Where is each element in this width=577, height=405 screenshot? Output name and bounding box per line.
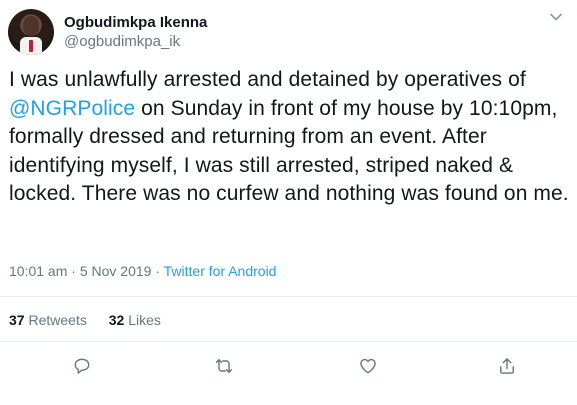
divider <box>0 341 577 342</box>
tweet-text: I was unlawfully arrested and detained b… <box>9 66 569 209</box>
tweet-header: Ogbudimkpa Ikenna @ogbudimkpa_ik <box>8 6 207 58</box>
tweet-time[interactable]: 10:01 am <box>9 263 67 279</box>
heart-icon <box>358 356 378 381</box>
likes-label: Likes <box>128 312 161 328</box>
avatar-face <box>23 16 39 36</box>
mention-link[interactable]: @NGRPolice <box>9 97 135 120</box>
meta-separator: · <box>71 263 76 279</box>
retweets-count: 37 <box>9 312 25 328</box>
tweet-actions <box>0 356 577 384</box>
share-icon <box>497 356 517 381</box>
tweet-stats: 37 Retweets 32 Likes <box>9 311 179 329</box>
avatar-tie <box>29 40 33 52</box>
reply-icon <box>72 356 92 381</box>
chevron-down-icon[interactable] <box>549 10 563 24</box>
author-handle[interactable]: @ogbudimkpa_ik <box>64 32 207 51</box>
tweet-meta: 10:01 am · 5 Nov 2019 · Twitter for Andr… <box>9 262 276 280</box>
retweet-icon <box>214 356 234 381</box>
author-names: Ogbudimkpa Ikenna @ogbudimkpa_ik <box>64 13 207 51</box>
like-button[interactable] <box>356 356 380 380</box>
share-button[interactable] <box>495 356 519 380</box>
tweet-text-part: I was unlawfully arrested and detained b… <box>9 68 526 91</box>
tweet-source-link[interactable]: Twitter for Android <box>164 263 277 279</box>
avatar[interactable] <box>8 9 54 55</box>
likes-stat[interactable]: 32 Likes <box>109 312 161 328</box>
divider <box>0 296 577 297</box>
retweets-label: Retweets <box>28 312 87 328</box>
likes-count: 32 <box>108 312 125 328</box>
reply-button[interactable] <box>70 356 94 380</box>
retweets-stat[interactable]: 37 Retweets <box>9 312 87 328</box>
retweet-button[interactable] <box>212 356 236 380</box>
meta-separator: · <box>155 263 160 279</box>
author-display-name[interactable]: Ogbudimkpa Ikenna <box>64 13 207 32</box>
tweet-date[interactable]: 5 Nov 2019 <box>80 263 152 279</box>
